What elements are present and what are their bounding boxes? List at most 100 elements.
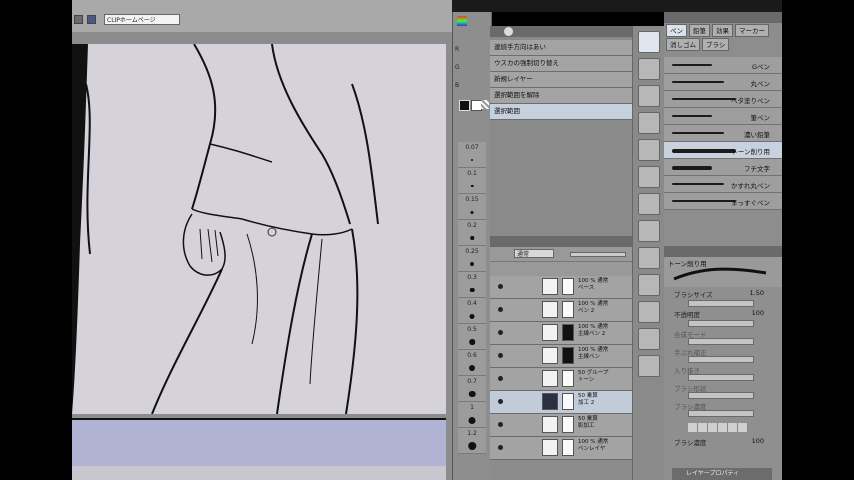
brush-stroke-sample (672, 149, 736, 153)
brush-item[interactable]: まっすぐペン (664, 193, 782, 210)
brush-size-cell[interactable]: 0.2 (458, 220, 486, 246)
brush-size-cell[interactable]: 0.07 (458, 142, 486, 168)
panel-border-band (72, 418, 446, 468)
brush-size-cell[interactable]: 1 (458, 402, 486, 428)
layer-row[interactable]: 100 % 通常 主線ペン 2 (490, 322, 632, 345)
eye-icon[interactable] (498, 399, 503, 404)
text-icon[interactable] (638, 355, 660, 377)
layer-label: 50 乗算 加工 2 (578, 393, 598, 406)
layer-row[interactable]: 100 % 通常 ペン 2 (490, 299, 632, 322)
history-item[interactable]: 連続手方向はあい (490, 40, 632, 56)
fill-icon[interactable] (638, 247, 660, 269)
home-link-field[interactable]: CLIPホームページ (104, 14, 180, 25)
brush-size-cell[interactable]: 0.4 (458, 298, 486, 324)
brush-stroke-sample (672, 115, 712, 117)
subtool-tab[interactable]: ペン (666, 24, 687, 37)
opacity-slider[interactable] (570, 252, 626, 257)
layer-mask-thumbnail (562, 324, 574, 341)
brush-size-cell[interactable]: 0.3 (458, 272, 486, 298)
property-slider[interactable] (688, 338, 754, 345)
eye-icon[interactable] (498, 330, 503, 335)
brush-size-cell[interactable]: 0.7 (458, 376, 486, 402)
eye-icon[interactable] (498, 445, 503, 450)
history-icon (504, 27, 513, 36)
brush-item[interactable]: 濃い鉛筆 (664, 125, 782, 142)
brush-size-cell[interactable]: 1.2 (458, 428, 486, 454)
property-slider[interactable] (688, 356, 754, 363)
brush-size-cell[interactable]: 0.25 (458, 246, 486, 272)
tool-property-palette: トーン削り用 ブラシサイズ 1.50 不透明度 100 合成モード 手ぶれ補正 入り… (664, 246, 782, 480)
brush-size-cell[interactable]: 0.6 (458, 350, 486, 376)
brush-density-value[interactable]: 100 (752, 437, 764, 445)
eyedropper-icon[interactable] (638, 139, 660, 161)
brush-name: Gペン (751, 63, 770, 71)
layer-header (490, 236, 632, 247)
brush-size-dot (470, 184, 474, 188)
brush-size-dot (469, 287, 475, 293)
zoom-icon[interactable] (638, 58, 660, 80)
layer-row[interactable]: 100 % 通常 ベース (490, 276, 632, 299)
select-icon[interactable] (638, 85, 660, 107)
subtool-tab[interactable]: マーカー (735, 24, 769, 37)
eye-icon[interactable] (498, 284, 503, 289)
opacity-slider[interactable] (688, 320, 754, 327)
pen-icon[interactable] (638, 166, 660, 188)
rgb-g-label: G (455, 64, 460, 71)
move-icon[interactable] (638, 31, 660, 53)
brush-size-slider[interactable] (688, 300, 754, 307)
eye-icon[interactable] (498, 422, 503, 427)
subtool-tab[interactable]: ブラシ (702, 38, 730, 51)
brush-size-value: 0.4 (467, 300, 477, 307)
layer-row[interactable]: 50 乗算 加工 2 (490, 391, 632, 414)
subtool-tab[interactable]: 効果 (712, 24, 733, 37)
layer-property-tab[interactable]: レイヤープロパティ (672, 468, 772, 480)
brush-item[interactable]: 丸ペン (664, 74, 782, 91)
brush-icon[interactable] (638, 193, 660, 215)
figure-icon[interactable] (638, 301, 660, 323)
eye-icon[interactable] (498, 376, 503, 381)
eye-icon[interactable] (498, 307, 503, 312)
layer-row[interactable]: 100 % 通常 ペンレイヤ (490, 437, 632, 460)
layer-label: 100 % 通常 主線ペン 2 (578, 324, 609, 337)
layer-label: 50 グループ トーン (578, 370, 609, 383)
eraser-icon[interactable] (638, 220, 660, 242)
layer-row[interactable]: 50 乗算 影加工 (490, 414, 632, 437)
home-icon[interactable] (87, 15, 96, 24)
property-slider[interactable] (688, 374, 754, 381)
brush-item[interactable]: フチ文字 (664, 159, 782, 176)
brush-item[interactable]: トーン削り用 (664, 142, 782, 159)
brush-item[interactable]: かすれ丸ペン (664, 176, 782, 193)
history-item[interactable]: 選択範囲を解除 (490, 88, 632, 104)
brush-stroke-preview (673, 267, 767, 281)
property-row: 手ぶれ補正 (664, 345, 782, 363)
tip-swatch-row[interactable] (688, 423, 748, 432)
brush-size-cell[interactable]: 0.1 (458, 168, 486, 194)
lasso-icon[interactable] (638, 112, 660, 134)
eye-icon[interactable] (498, 353, 503, 358)
tool-property-header (664, 246, 782, 257)
brush-item[interactable]: 筆ペン (664, 108, 782, 125)
brush-item[interactable]: ベタ塗りペン (664, 91, 782, 108)
layer-row[interactable]: 50 グループ トーン (490, 368, 632, 391)
frame-icon[interactable] (638, 328, 660, 350)
subtool-tab[interactable]: 消しゴム (666, 38, 700, 51)
brush-size-cell[interactable]: 0.15 (458, 194, 486, 220)
layer-thumbnail (542, 416, 558, 433)
brush-item[interactable]: Gペン (664, 57, 782, 74)
subtool-tab[interactable]: 鉛筆 (689, 24, 710, 37)
property-slider[interactable] (688, 392, 754, 399)
brush-size-value[interactable]: 1.50 (750, 289, 764, 297)
drawing-canvas[interactable] (72, 43, 446, 415)
brush-size-cell[interactable]: 0.5 (458, 324, 486, 350)
history-item[interactable]: ウスカの強制切り替え (490, 56, 632, 72)
layer-row[interactable]: 100 % 通常 主線ペン (490, 345, 632, 368)
history-item[interactable]: 選択範囲 (490, 104, 632, 120)
history-item[interactable]: 新規レイヤー (490, 72, 632, 88)
color-wheel-icon[interactable] (457, 16, 467, 26)
opacity-value[interactable]: 100 (752, 309, 764, 317)
gradient-icon[interactable] (638, 274, 660, 296)
brush-size-dot (469, 365, 475, 371)
property-slider[interactable] (688, 410, 754, 417)
blend-mode-select[interactable]: 通常 (514, 249, 554, 258)
brush-name: 筆ペン (750, 114, 771, 122)
